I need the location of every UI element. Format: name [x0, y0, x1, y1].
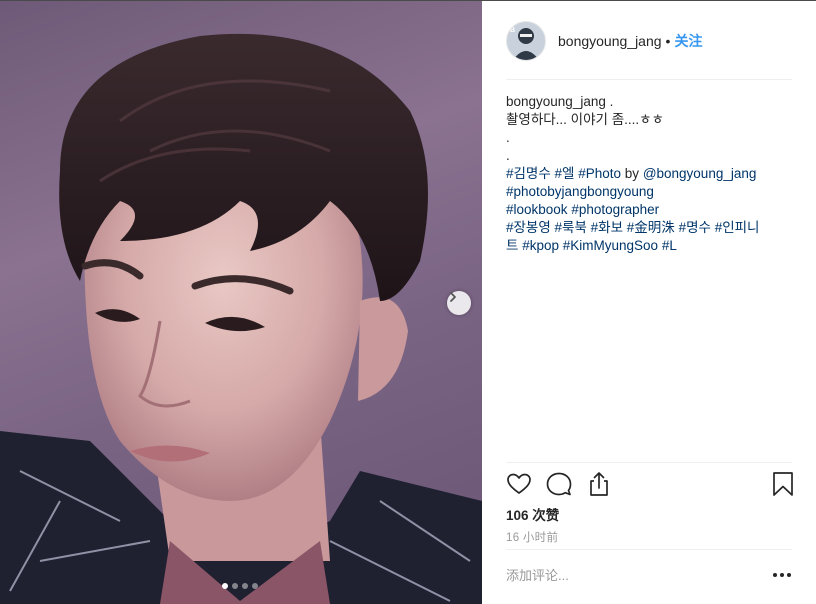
avatar[interactable]: B: [506, 21, 546, 61]
follow-button[interactable]: 关注: [674, 31, 702, 51]
more-options-icon: [773, 573, 791, 577]
hashtag-link[interactable]: 트: [506, 238, 518, 253]
post-caption: bongyoung_jang . 촬영하다... 이야기 좀....ㅎㅎ . .…: [506, 93, 796, 255]
caption-first-suffix: .: [605, 94, 614, 109]
heart-icon: [507, 473, 531, 494]
carousel-dot: [242, 583, 248, 589]
share-icon: [590, 472, 608, 496]
caption-line: .: [506, 148, 510, 163]
bookmark-icon: [773, 472, 793, 496]
hashtag-link[interactable]: #L: [662, 238, 677, 253]
svg-text:B: B: [510, 27, 515, 34]
caption-hashtag-line: #김명수 #엘 #Photo by @bongyoung_jang: [506, 165, 796, 183]
caption-hashtag-line: #lookbook #photographer: [506, 201, 796, 219]
hashtag-link[interactable]: #인피니: [715, 220, 760, 235]
caption-hashtag-line: #장봉영 #룩북 #화보 #金明洙 #명수 #인피니: [506, 219, 796, 237]
separator-dot: •: [665, 33, 671, 49]
instagram-post: B bongyoung_jang • 关注 bongyoung_jang . 촬…: [0, 0, 816, 604]
post-username[interactable]: bongyoung_jang: [558, 33, 662, 49]
hashtag-link[interactable]: #엘: [555, 166, 575, 181]
more-options-button[interactable]: [772, 567, 792, 583]
save-button[interactable]: [770, 471, 796, 497]
hashtag-link[interactable]: #photographer: [571, 202, 659, 217]
carousel-dot: [232, 583, 238, 589]
post-header: B bongyoung_jang • 关注: [506, 19, 702, 63]
comment-input[interactable]: [506, 563, 756, 587]
chevron-right-icon: [450, 292, 456, 302]
share-button[interactable]: [586, 471, 612, 497]
next-photo-button[interactable]: [447, 291, 471, 315]
caption-hashtag-line: 트 #kpop #KimMyungSoo #L: [506, 237, 796, 255]
post-details-panel: B bongyoung_jang • 关注 bongyoung_jang . 촬…: [482, 1, 816, 604]
likes-count[interactable]: 106 次赞: [506, 504, 559, 524]
caption-line: 촬영하다... 이야기 좀....ㅎㅎ: [506, 112, 664, 127]
like-button[interactable]: [506, 471, 532, 497]
caption-first-line: bongyoung_jang .: [506, 93, 796, 111]
hashtag-link[interactable]: #photobyjangbongyoung: [506, 184, 654, 199]
hashtag-link[interactable]: #화보: [591, 220, 623, 235]
post-timestamp[interactable]: 16 小时前: [506, 529, 558, 545]
hashtag-link[interactable]: #장봉영: [506, 220, 551, 235]
carousel-dot: [222, 583, 228, 589]
actions-divider: [506, 462, 792, 463]
caption-hashtag-line: #photobyjangbongyoung: [506, 183, 796, 201]
portrait-image: [0, 33, 482, 604]
hashtag-link[interactable]: #Photo: [578, 166, 621, 181]
hashtag-link[interactable]: #명수: [679, 220, 711, 235]
caption-hashtags: #김명수 #엘 #Photo by @bongyoung_jang #photob…: [506, 165, 796, 255]
caption-username[interactable]: bongyoung_jang: [506, 94, 606, 109]
comment-icon: [546, 472, 572, 496]
comment-button[interactable]: [546, 471, 572, 497]
hashtag-link[interactable]: @bongyoung_jang: [643, 166, 757, 181]
carousel-dot: [252, 583, 258, 589]
caption-text: by: [621, 166, 643, 181]
comment-divider: [506, 549, 792, 550]
carousel-indicator: [222, 583, 258, 589]
hashtag-link[interactable]: #金明洙: [627, 220, 675, 235]
avatar-image: B: [507, 22, 545, 60]
hashtag-link[interactable]: #kpop: [522, 238, 559, 253]
hashtag-link[interactable]: #김명수: [506, 166, 551, 181]
hashtag-link[interactable]: #룩북: [555, 220, 587, 235]
post-photo[interactable]: [0, 1, 482, 604]
hashtag-link[interactable]: #lookbook: [506, 202, 568, 217]
hashtag-link[interactable]: #KimMyungSoo: [563, 238, 658, 253]
caption-line: .: [506, 130, 510, 145]
post-actions: [506, 471, 796, 499]
header-divider: [506, 79, 792, 80]
